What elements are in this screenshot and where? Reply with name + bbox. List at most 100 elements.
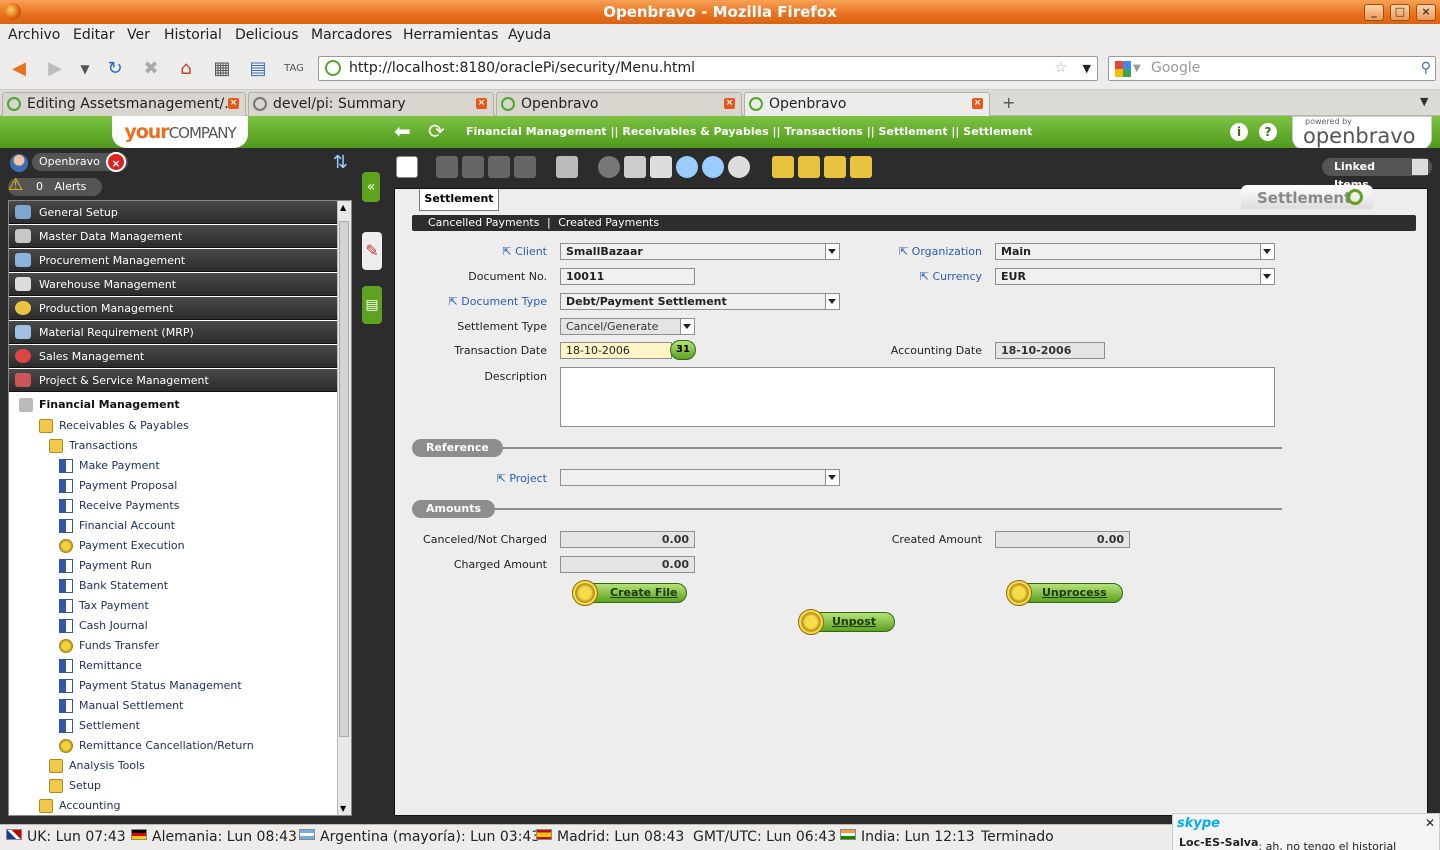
menu-item[interactable]: Setup <box>49 777 101 795</box>
print-icon[interactable] <box>650 156 672 178</box>
transaction-date-field[interactable]: 18-10-2006 <box>560 342 672 359</box>
previous-record-icon[interactable] <box>798 156 820 178</box>
first-record-icon[interactable] <box>772 156 794 178</box>
description-textarea[interactable] <box>560 367 1275 427</box>
menu-item[interactable]: Settlement <box>59 717 140 735</box>
menu-category-sales[interactable]: Sales Management <box>9 345 337 368</box>
project-label[interactable]: ⇱ Project <box>497 472 547 485</box>
menu-scrollbar[interactable]: ▲ ▼ <box>337 201 351 815</box>
reload-icon[interactable]: ↻ <box>104 58 126 80</box>
clock-germany[interactable]: Alemania: Lun 08:43 <box>152 829 297 845</box>
breadcrumb[interactable]: Financial Management || Receivables & Pa… <box>466 125 1032 138</box>
menu-delicious[interactable]: Delicious <box>235 27 299 43</box>
delete-icon[interactable] <box>556 156 578 178</box>
scroll-up-icon[interactable]: ▲ <box>340 203 346 212</box>
history-icon[interactable] <box>728 156 750 178</box>
scroll-down-icon[interactable]: ▼ <box>340 804 346 813</box>
canceled-amount-field[interactable]: 0.00 <box>560 531 695 548</box>
refresh-icon[interactable]: ⟳ <box>428 120 445 142</box>
maximize-button[interactable]: □ <box>1390 4 1410 21</box>
menu-category-financial-open[interactable]: Financial Management <box>19 396 180 414</box>
info-icon[interactable]: i <box>1230 123 1248 141</box>
menu-category-warehouse[interactable]: Warehouse Management <box>9 273 337 296</box>
menu-ayuda[interactable]: Ayuda <box>508 27 551 43</box>
document-type-select[interactable]: Debt/Payment Settlement <box>560 293 840 310</box>
close-window-button[interactable]: × <box>1416 4 1436 21</box>
menu-category-mrp[interactable]: Material Requirement (MRP) <box>9 321 337 344</box>
menu-item[interactable]: Cash Journal <box>59 617 148 635</box>
next-record-icon[interactable] <box>824 156 846 178</box>
menu-item[interactable]: Analysis Tools <box>49 757 145 775</box>
new-tab-icon[interactable]: + <box>1002 93 1015 112</box>
menu-herramientas[interactable]: Herramientas <box>403 27 498 43</box>
currency-label[interactable]: ⇱ Currency <box>920 270 982 283</box>
subtab-created-payments[interactable]: Created Payments <box>558 216 659 229</box>
save-page-icon[interactable]: ▤ <box>247 58 269 80</box>
tab-settlement[interactable]: Settlement <box>419 189 499 211</box>
settlement-type-select[interactable]: Cancel/Generate <box>560 318 695 335</box>
menu-item[interactable]: Payment Proposal <box>59 477 177 495</box>
menu-ver[interactable]: Ver <box>127 27 150 43</box>
scroll-thumb[interactable] <box>339 221 349 737</box>
bookmark-star-icon[interactable]: ☆ <box>1054 57 1067 80</box>
menu-item[interactable]: Funds Transfer <box>59 637 159 655</box>
browser-tab-editing[interactable]: Editing Assetsmanagement/... × <box>2 92 246 116</box>
engine-dropdown-icon[interactable]: ▼ <box>1133 57 1141 80</box>
menu-item[interactable]: Receivables & Payables <box>39 417 189 435</box>
menu-item[interactable]: Receive Payments <box>59 497 179 515</box>
section-reference[interactable]: Reference <box>412 439 503 457</box>
menu-item[interactable]: Remittance <box>59 657 142 675</box>
home-icon[interactable]: ⌂ <box>175 58 197 80</box>
menu-item[interactable]: Manual Settlement <box>59 697 183 715</box>
close-tab-icon[interactable]: × <box>476 98 487 109</box>
menu-item[interactable]: Financial Account <box>59 517 175 535</box>
back-arrow-icon[interactable]: ⬅ <box>394 120 411 142</box>
accounting-date-field[interactable]: 18-10-2006 <box>995 342 1105 359</box>
menu-marcadores[interactable]: Marcadores <box>311 27 392 43</box>
search-icon[interactable]: ⚲ <box>1421 57 1431 80</box>
browser-tab-openbravo-1[interactable]: Openbravo × <box>496 92 742 116</box>
edit-view-icon[interactable]: ✎ <box>362 232 382 270</box>
charged-amount-field[interactable]: 0.00 <box>560 556 695 573</box>
clock-uk[interactable]: UK: Lun 07:43 <box>27 829 126 845</box>
menu-category-production[interactable]: Production Management <box>9 297 337 320</box>
search-record-icon[interactable] <box>676 156 698 178</box>
clock-india[interactable]: India: Lun 12:13 <box>861 829 975 845</box>
menu-item[interactable]: Remittance Cancellation/Return <box>59 737 254 755</box>
close-notification-icon[interactable]: ✕ <box>1425 816 1435 830</box>
organization-label[interactable]: ⇱ Organization <box>899 245 982 258</box>
subtab-cancelled-payments[interactable]: Cancelled Payments <box>428 216 539 229</box>
close-tab-icon[interactable]: × <box>228 98 239 109</box>
attach-icon[interactable] <box>624 156 646 178</box>
unpost-button[interactable]: Unpost <box>798 609 895 635</box>
menu-category-project[interactable]: Project & Service Management <box>9 369 337 392</box>
advanced-search-icon[interactable] <box>702 156 724 178</box>
project-select[interactable] <box>560 469 840 486</box>
section-amounts[interactable]: Amounts <box>412 500 495 518</box>
created-amount-field[interactable]: 0.00 <box>995 531 1130 548</box>
alerts-badge[interactable]: ⚠ 0 Alerts <box>8 176 102 196</box>
menu-item[interactable]: Transactions <box>49 437 138 455</box>
client-select[interactable]: SmallBazaar <box>560 243 840 260</box>
browser-tab-openbravo-active[interactable]: Openbravo × <box>744 92 990 117</box>
create-file-button[interactable]: Create File <box>572 580 687 606</box>
menu-category-general-setup[interactable]: General Setup <box>9 201 337 224</box>
menu-historial[interactable]: Historial <box>164 27 222 43</box>
skype-notification[interactable]: skype ✕ Loc-ES-Salva: ah, no tengo el hi… <box>1172 813 1440 850</box>
clock-gmt[interactable]: GMT/UTC: Lun 06:43 <box>693 829 836 845</box>
clock-argentina[interactable]: Argentina (mayoría): Lun 03:43 <box>320 829 540 845</box>
menu-category-master-data[interactable]: Master Data Management <box>9 225 337 248</box>
site-identity-icon[interactable] <box>325 60 341 76</box>
save-close-icon[interactable] <box>514 156 536 178</box>
history-dropdown-icon[interactable]: ▼ <box>74 58 96 80</box>
close-tab-icon[interactable]: × <box>724 98 735 109</box>
new-record-icon[interactable] <box>396 156 418 178</box>
grid-view-icon[interactable]: ▤ <box>362 286 382 324</box>
menu-item[interactable]: Tax Payment <box>59 597 149 615</box>
url-dropdown-icon[interactable]: ▼ <box>1083 57 1091 80</box>
close-tab-icon[interactable]: × <box>972 98 983 109</box>
back-icon[interactable]: ◀ <box>8 58 30 80</box>
menu-category-procurement[interactable]: Procurement Management <box>9 249 337 272</box>
url-input[interactable]: http://localhost:8180/oraclePi/security/… <box>318 56 1098 81</box>
menu-item[interactable]: Payment Status Management <box>59 677 242 695</box>
